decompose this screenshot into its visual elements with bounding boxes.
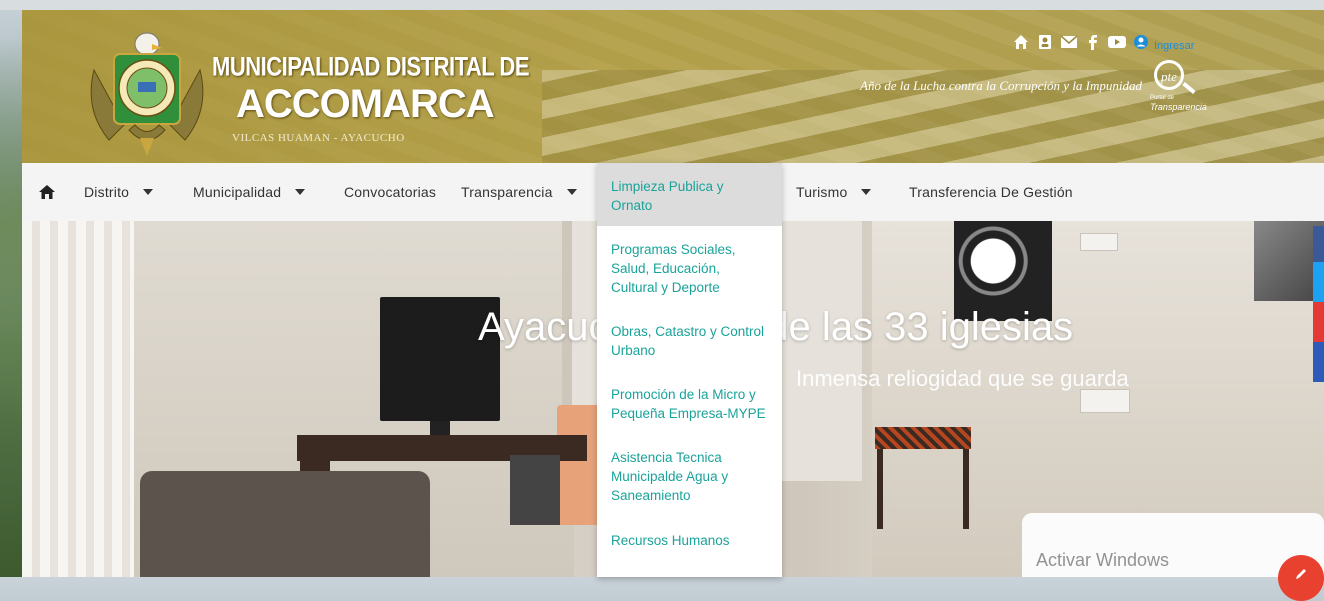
site-title-line1: MUNICIPALIDAD DISTRITAL DE: [212, 51, 530, 82]
share-google-button[interactable]: [1313, 302, 1324, 342]
transparencia-dropdown-menu: Limpieza Publica y Ornato Programas Soci…: [597, 163, 782, 577]
dropdown-item-label: Obras, Catastro y Control Urbano: [611, 324, 765, 358]
pencil-icon: [1296, 569, 1306, 579]
curtain: [22, 221, 134, 577]
facebook-icon[interactable]: [1084, 33, 1102, 51]
luggage-bench: [875, 427, 971, 449]
caret-down-icon: [143, 189, 154, 195]
browser-top-strip: [0, 0, 1324, 10]
nav-label: Transferencia De Gestión: [909, 184, 1073, 200]
municipal-emblem-logo[interactable]: [84, 30, 210, 158]
transparency-portal-logo[interactable]: pte Portal de Transparencia: [1140, 58, 1210, 116]
caret-down-icon: [295, 189, 306, 195]
home-icon[interactable]: [1012, 33, 1030, 51]
edit-fab-button[interactable]: [1278, 555, 1324, 601]
nav-item-transferencia[interactable]: Transferencia De Gestión: [909, 163, 1073, 221]
nav-item-transparencia[interactable]: Transparencia: [461, 163, 577, 221]
caret-down-icon: [566, 189, 577, 195]
site-title-line2: ACCOMARCA: [236, 82, 495, 126]
pte-badge: pte: [1154, 60, 1184, 90]
dropdown-item-label: Recursos Humanos: [611, 533, 730, 548]
contacts-icon[interactable]: [1036, 33, 1054, 51]
nav-home[interactable]: [38, 163, 56, 221]
tv-stand: [430, 421, 450, 435]
year-tagline: Año de la Lucha contra la Corrupción y l…: [860, 78, 1143, 93]
nav-label: Turismo: [796, 184, 848, 200]
activate-windows-watermark: Activar Windows: [1036, 550, 1170, 570]
user-icon[interactable]: [1132, 33, 1150, 51]
wall-switch: [1080, 233, 1118, 251]
dropdown-item-label: Programas Sociales, Salud, Educación, Cu…: [611, 242, 736, 295]
pte-caption-small: Portal de: [1150, 95, 1175, 101]
header-icon-bar: Ingresar: [1012, 32, 1194, 52]
home-icon: [39, 185, 55, 199]
mail-icon[interactable]: [1060, 33, 1078, 51]
nav-item-distrito[interactable]: Distrito: [84, 163, 154, 221]
caret-down-icon: [861, 189, 872, 195]
dropdown-item-label: Limpieza Publica y Ornato: [611, 179, 724, 213]
pte-caption: Transparencia: [1150, 102, 1207, 112]
nav-item-turismo[interactable]: Turismo: [796, 163, 872, 221]
login-link[interactable]: Ingresar: [1154, 40, 1194, 52]
armchair: [140, 471, 430, 577]
nav-label: Municipalidad: [193, 184, 282, 200]
dropdown-item-limpieza[interactable]: Limpieza Publica y Ornato: [597, 163, 782, 226]
nav-label: Convocatorias: [344, 184, 437, 200]
share-facebook-button[interactable]: [1313, 226, 1324, 262]
dropdown-item-programas-sociales[interactable]: Programas Sociales, Salud, Educación, Cu…: [597, 240, 782, 297]
dropdown-item-recursos-humanos[interactable]: Recursos Humanos: [597, 531, 782, 550]
nav-label: Distrito: [84, 184, 130, 200]
site-header: MUNICIPALIDAD DISTRITAL DE ACCOMARCA VIL…: [22, 10, 1324, 163]
dropdown-item-label: Asistencia Tecnica Municipalde Agua y Sa…: [611, 450, 729, 503]
minibar: [510, 455, 560, 525]
dropdown-item-obras[interactable]: Obras, Catastro y Control Urbano: [597, 322, 782, 360]
magnifier-handle: [1182, 81, 1196, 95]
dropdown-item-mype[interactable]: Promoción de la Micro y Pequeña Empresa-…: [597, 385, 782, 423]
dropdown-item-agua-saneamiento[interactable]: Asistencia Tecnica Municipalde Agua y Sa…: [597, 448, 782, 505]
bench-legs: [877, 449, 969, 529]
youtube-icon[interactable]: [1108, 33, 1126, 51]
dropdown-item-label: Promoción de la Micro y Pequeña Empresa-…: [611, 387, 766, 421]
share-linkedin-button[interactable]: [1313, 342, 1324, 382]
site-subtitle: VILCAS HUAMAN - AYACUCHO: [232, 132, 405, 144]
nav-item-convocatorias[interactable]: Convocatorias: [344, 163, 436, 221]
nav-label: Transparencia: [461, 184, 553, 200]
hero-subtitle: Inmensa reliogidad que se guarda: [796, 366, 1129, 391]
wall-switch-lower: [1080, 389, 1130, 413]
nav-item-municipalidad[interactable]: Municipalidad: [193, 163, 306, 221]
share-twitter-button[interactable]: [1313, 262, 1324, 302]
